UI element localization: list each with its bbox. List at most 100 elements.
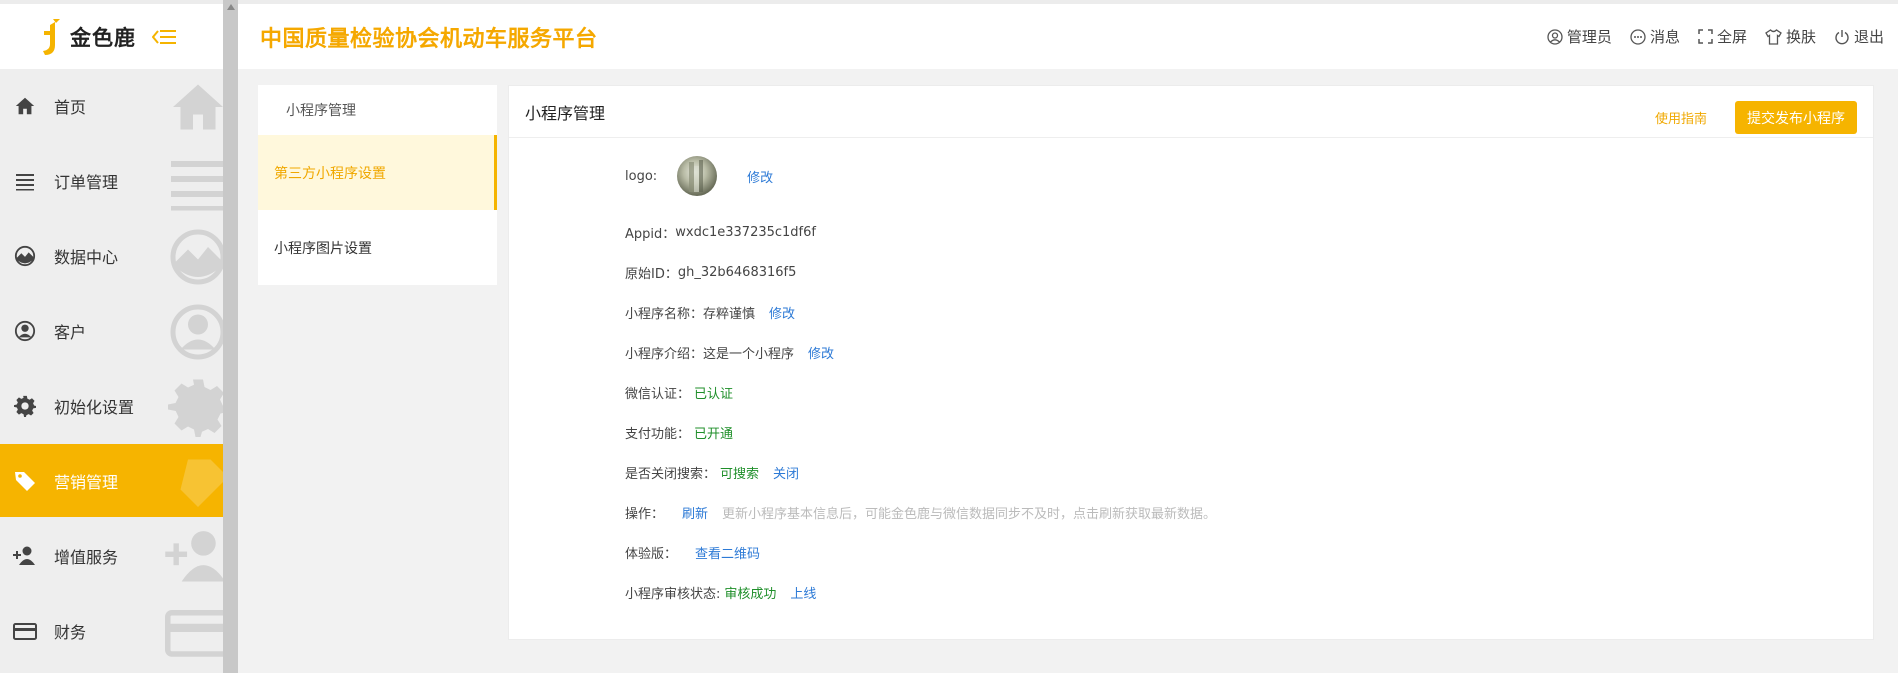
operation-row: 操作： 刷新 更新小程序基本信息后，可能金色鹿与微信数据同步不及时，点击刷新获取…	[625, 492, 1216, 532]
gear-bg-icon	[165, 377, 223, 437]
admin-label: 管理员	[1566, 28, 1612, 46]
shirt-icon	[1765, 28, 1782, 45]
sidebar-item-marketing[interactable]: 营销管理	[0, 444, 223, 517]
audit-label: 小程序审核状态:	[625, 586, 721, 602]
sidebar-item-label: 首页	[54, 97, 87, 117]
user-bg-icon	[165, 302, 223, 362]
fullscreen-icon	[1698, 29, 1713, 44]
user-icon	[12, 318, 38, 344]
trial-row: 体验版： 查看二维码	[625, 532, 1216, 572]
message-icon	[1630, 28, 1646, 45]
wechat-verify-status: 已认证	[694, 386, 734, 402]
origin-id-value: gh_32b6468316f5	[677, 264, 797, 280]
name-row: 小程序名称： 存粹谨慎 修改	[625, 292, 1216, 332]
brand-name: 金色鹿	[70, 25, 136, 50]
logo-edit-link[interactable]: 修改	[747, 167, 773, 186]
tag-bg-icon	[165, 452, 223, 512]
submenu-title: 小程序管理	[286, 103, 356, 119]
sidebar: 金色鹿 首页 订单管理 数据中心 客户 初始化设置 营销管理 增值服务 财务	[0, 0, 223, 673]
submenu: 小程序管理 第三方小程序设置 小程序图片设置	[258, 85, 497, 285]
submenu-item-image-settings[interactable]: 小程序图片设置	[258, 210, 497, 285]
miniprogram-info: logo: 修改 Appid： wxdc1e337235c1df6f 原始ID：…	[625, 152, 1216, 612]
deer-logo-icon	[40, 17, 66, 57]
payment-status: 已开通	[694, 426, 734, 442]
panel-title: 小程序管理	[525, 103, 606, 123]
home-bg-icon	[165, 77, 223, 137]
add-user-bg-icon	[165, 527, 223, 587]
messages-button[interactable]: 消息	[1630, 26, 1680, 47]
admin-icon	[1547, 28, 1563, 45]
skin-label: 换肤	[1785, 28, 1816, 46]
home-icon	[12, 93, 38, 119]
sidebar-item-home[interactable]: 首页	[0, 69, 223, 142]
payment-row: 支付功能： 已开通	[625, 412, 1216, 452]
power-icon	[1835, 29, 1849, 44]
sidebar-item-label: 订单管理	[54, 172, 119, 192]
view-qrcode-link[interactable]: 查看二维码	[695, 543, 760, 562]
intro-row: 小程序介绍： 这是一个小程序 修改	[625, 332, 1216, 372]
close-search-link[interactable]: 关闭	[773, 463, 799, 482]
list-bg-icon	[165, 152, 223, 212]
sidebar-menu: 首页 订单管理 数据中心 客户 初始化设置 营销管理 增值服务 财务	[0, 69, 223, 667]
intro-edit-link[interactable]: 修改	[808, 343, 834, 362]
chart-icon	[12, 243, 38, 269]
sidebar-item-finance[interactable]: 财务	[0, 594, 223, 667]
sidebar-item-label: 营销管理	[54, 472, 119, 492]
add-user-icon	[12, 543, 38, 569]
panel-header: 小程序管理 使用指南 提交发布小程序	[509, 86, 1873, 138]
search-label: 是否关闭搜索：	[625, 466, 717, 482]
sidebar-item-label: 初始化设置	[54, 397, 135, 417]
sidebar-item-label: 财务	[54, 622, 87, 642]
scroll-up-arrow-icon[interactable]	[223, 4, 238, 14]
refresh-hint: 更新小程序基本信息后，可能金色鹿与微信数据同步不及时，点击刷新获取最新数据。	[722, 506, 1217, 522]
sidebar-item-data-center[interactable]: 数据中心	[0, 219, 223, 292]
top-header: 中国质量检验协会机动车服务平台 管理员 消息 全屏 换肤 退出	[238, 0, 1898, 69]
fullscreen-button[interactable]: 全屏	[1698, 26, 1747, 47]
operation-label: 操作：	[625, 506, 665, 522]
guide-link[interactable]: 使用指南	[1655, 108, 1707, 127]
payment-label: 支付功能：	[625, 426, 691, 442]
appid-value: wxdc1e337235c1df6f	[675, 224, 816, 240]
sidebar-item-init-settings[interactable]: 初始化设置	[0, 369, 223, 442]
sidebar-item-label: 客户	[54, 322, 87, 342]
wechat-verify-label: 微信认证：	[625, 386, 691, 402]
sidebar-item-label: 增值服务	[54, 547, 119, 567]
submit-publish-button[interactable]: 提交发布小程序	[1735, 101, 1857, 134]
logo-area: 金色鹿	[0, 0, 223, 69]
logout-button[interactable]: 退出	[1834, 26, 1884, 47]
chart-bg-icon	[165, 227, 223, 287]
go-online-link[interactable]: 上线	[790, 583, 816, 602]
name-label: 小程序名称：	[625, 306, 704, 322]
submenu-item-third-party-settings[interactable]: 第三方小程序设置	[258, 135, 497, 210]
miniprogram-panel: 小程序管理 使用指南 提交发布小程序 logo: 修改 Appid： wxdc1…	[508, 85, 1874, 640]
refresh-link[interactable]: 刷新	[682, 503, 708, 522]
trial-label: 体验版：	[625, 546, 678, 562]
messages-label: 消息	[1649, 28, 1680, 46]
gear-icon	[12, 393, 38, 419]
origin-id-label: 原始ID：	[625, 266, 678, 282]
audit-row: 小程序审核状态: 审核成功 上线	[625, 572, 1216, 612]
fullscreen-label: 全屏	[1716, 28, 1747, 46]
card-bg-icon	[165, 602, 223, 662]
sidebar-scrollbar[interactable]	[223, 0, 238, 673]
sidebar-item-label: 数据中心	[54, 247, 119, 267]
collapse-menu-icon[interactable]	[151, 27, 176, 47]
origin-id-row: 原始ID： gh_32b6468316f5	[625, 252, 1216, 292]
list-icon	[12, 168, 38, 194]
logout-label: 退出	[1853, 28, 1884, 46]
logo-row: logo: 修改	[625, 152, 1216, 200]
skin-button[interactable]: 换肤	[1765, 26, 1816, 47]
search-row: 是否关闭搜索： 可搜索 关闭	[625, 452, 1216, 492]
appid-label: Appid：	[625, 226, 676, 242]
name-edit-link[interactable]: 修改	[769, 303, 795, 322]
admin-button[interactable]: 管理员	[1547, 26, 1612, 47]
audit-status: 审核成功	[724, 586, 777, 602]
sidebar-item-orders[interactable]: 订单管理	[0, 144, 223, 217]
sidebar-item-customers[interactable]: 客户	[0, 294, 223, 367]
sidebar-item-value-added[interactable]: 增值服务	[0, 519, 223, 592]
intro-label: 小程序介绍：	[625, 346, 704, 362]
header-actions: 管理员 消息 全屏 换肤 退出	[1529, 26, 1884, 47]
search-status: 可搜索	[720, 466, 760, 482]
logo-label: logo:	[625, 168, 658, 184]
card-icon	[12, 618, 38, 644]
